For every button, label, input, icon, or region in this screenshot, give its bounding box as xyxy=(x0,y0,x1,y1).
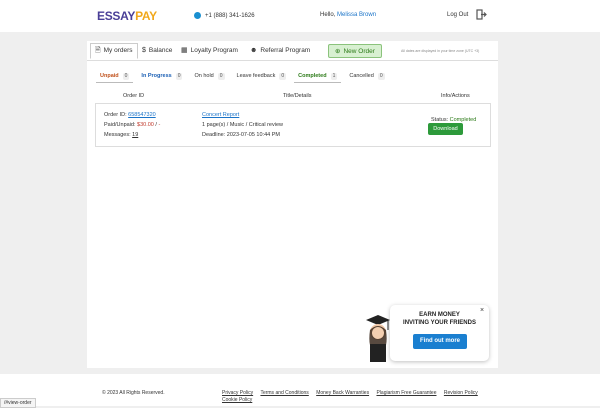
privacy-policy-link[interactable]: Privacy Policy xyxy=(222,390,253,396)
users-icon: ☻ xyxy=(250,47,258,54)
book-icon: ▦ xyxy=(181,47,188,54)
order-id-cell: Order ID: 658547320 Paid/Unpaid: $30.00 … xyxy=(104,112,161,138)
document-icon: 🗎 xyxy=(95,47,101,54)
column-header-order-id: Order ID xyxy=(123,93,145,99)
status-tab-cancelled[interactable]: Cancelled 0 xyxy=(345,71,388,82)
phone-number: +1 (888) 341-1626 xyxy=(205,12,255,19)
find-out-more-button[interactable]: Find out more xyxy=(413,334,467,349)
promo-title: EARN MONEY xyxy=(419,312,460,318)
order-title-link[interactable]: Concert Report xyxy=(202,110,283,120)
promo-subtitle: INVITING YOUR FRIENDS xyxy=(403,320,476,326)
footer-links: Privacy Policy Terms and Conditions Mone… xyxy=(222,390,484,396)
tab-referral-program[interactable]: ☻ Referral Program xyxy=(250,44,310,58)
order-status-tabs: Unpaid 0 In Progress 0 On hold 0 Leave f… xyxy=(96,71,393,83)
status-tab-leave-feedback[interactable]: Leave feedback 0 xyxy=(233,71,291,82)
column-header-info-actions: Info/Actions xyxy=(441,93,470,99)
download-button[interactable]: Download xyxy=(428,123,463,135)
status-tab-on-hold[interactable]: On hold 0 xyxy=(190,71,228,82)
column-header-title-details: Title/Details xyxy=(283,93,312,99)
order-id-link[interactable]: 658547320 xyxy=(128,112,156,118)
site-header: ESSAYPAY +1 (888) 341-1626 Hello, Meliss… xyxy=(0,0,600,32)
logout-link[interactable]: Log Out xyxy=(447,12,468,18)
status-tab-in-progress[interactable]: In Progress 0 xyxy=(137,71,186,82)
messages-count-link[interactable]: 19 xyxy=(132,132,138,138)
referral-promo-popup: × EARN MONEY INVITING YOUR FRIENDS Find … xyxy=(390,305,489,361)
site-footer: © 2023 All Rights Reserved. Privacy Poli… xyxy=(0,374,600,406)
plus-icon: ⊕ xyxy=(335,48,341,55)
status-tab-completed[interactable]: Completed 1 xyxy=(294,71,342,83)
timezone-note: All dates are displayed in your time zon… xyxy=(401,49,480,53)
order-deadline: Deadline: 2023-07-05 10:44 PM xyxy=(202,132,280,138)
user-name-link[interactable]: Melissa Brown xyxy=(337,12,376,18)
tab-loyalty-program[interactable]: ▦ Loyalty Program xyxy=(181,44,238,58)
paid-amount: $30.00 xyxy=(137,122,154,128)
dollar-icon: $ xyxy=(142,47,146,54)
tab-my-orders[interactable]: 🗎 My orders xyxy=(90,43,138,59)
status-tab-unpaid[interactable]: Unpaid 0 xyxy=(96,71,134,83)
phone-contact[interactable]: +1 (888) 341-1626 xyxy=(194,12,255,19)
plagiarism-link[interactable]: Plagiarism Free Guarantee xyxy=(376,390,436,396)
terms-link[interactable]: Terms and Conditions xyxy=(260,390,308,396)
revision-policy-link[interactable]: Revision Policy xyxy=(444,390,478,396)
phone-icon xyxy=(194,12,201,19)
cookie-policy-link[interactable]: Cookie Policy xyxy=(222,397,252,403)
account-tabs: 🗎 My orders $ Balance ▦ Loyalty Program … xyxy=(87,41,498,61)
tab-balance[interactable]: $ Balance xyxy=(142,44,172,58)
logout-icon[interactable] xyxy=(476,9,487,20)
order-details: 1 page(s) / Music / Critical review xyxy=(202,122,283,128)
essaypay-logo[interactable]: ESSAYPAY xyxy=(97,9,157,23)
browser-status-url: /#view-order xyxy=(0,398,36,408)
copyright: © 2023 All Rights Reserved. xyxy=(102,390,165,396)
unpaid-amount: - xyxy=(158,122,161,128)
order-details-cell: Concert Report 1 page(s) / Music / Criti… xyxy=(202,110,283,140)
new-order-button[interactable]: ⊕ New Order xyxy=(328,44,382,58)
money-back-link[interactable]: Money Back Warranties xyxy=(316,390,369,396)
user-greeting: Hello, Melissa Brown xyxy=(320,12,377,18)
